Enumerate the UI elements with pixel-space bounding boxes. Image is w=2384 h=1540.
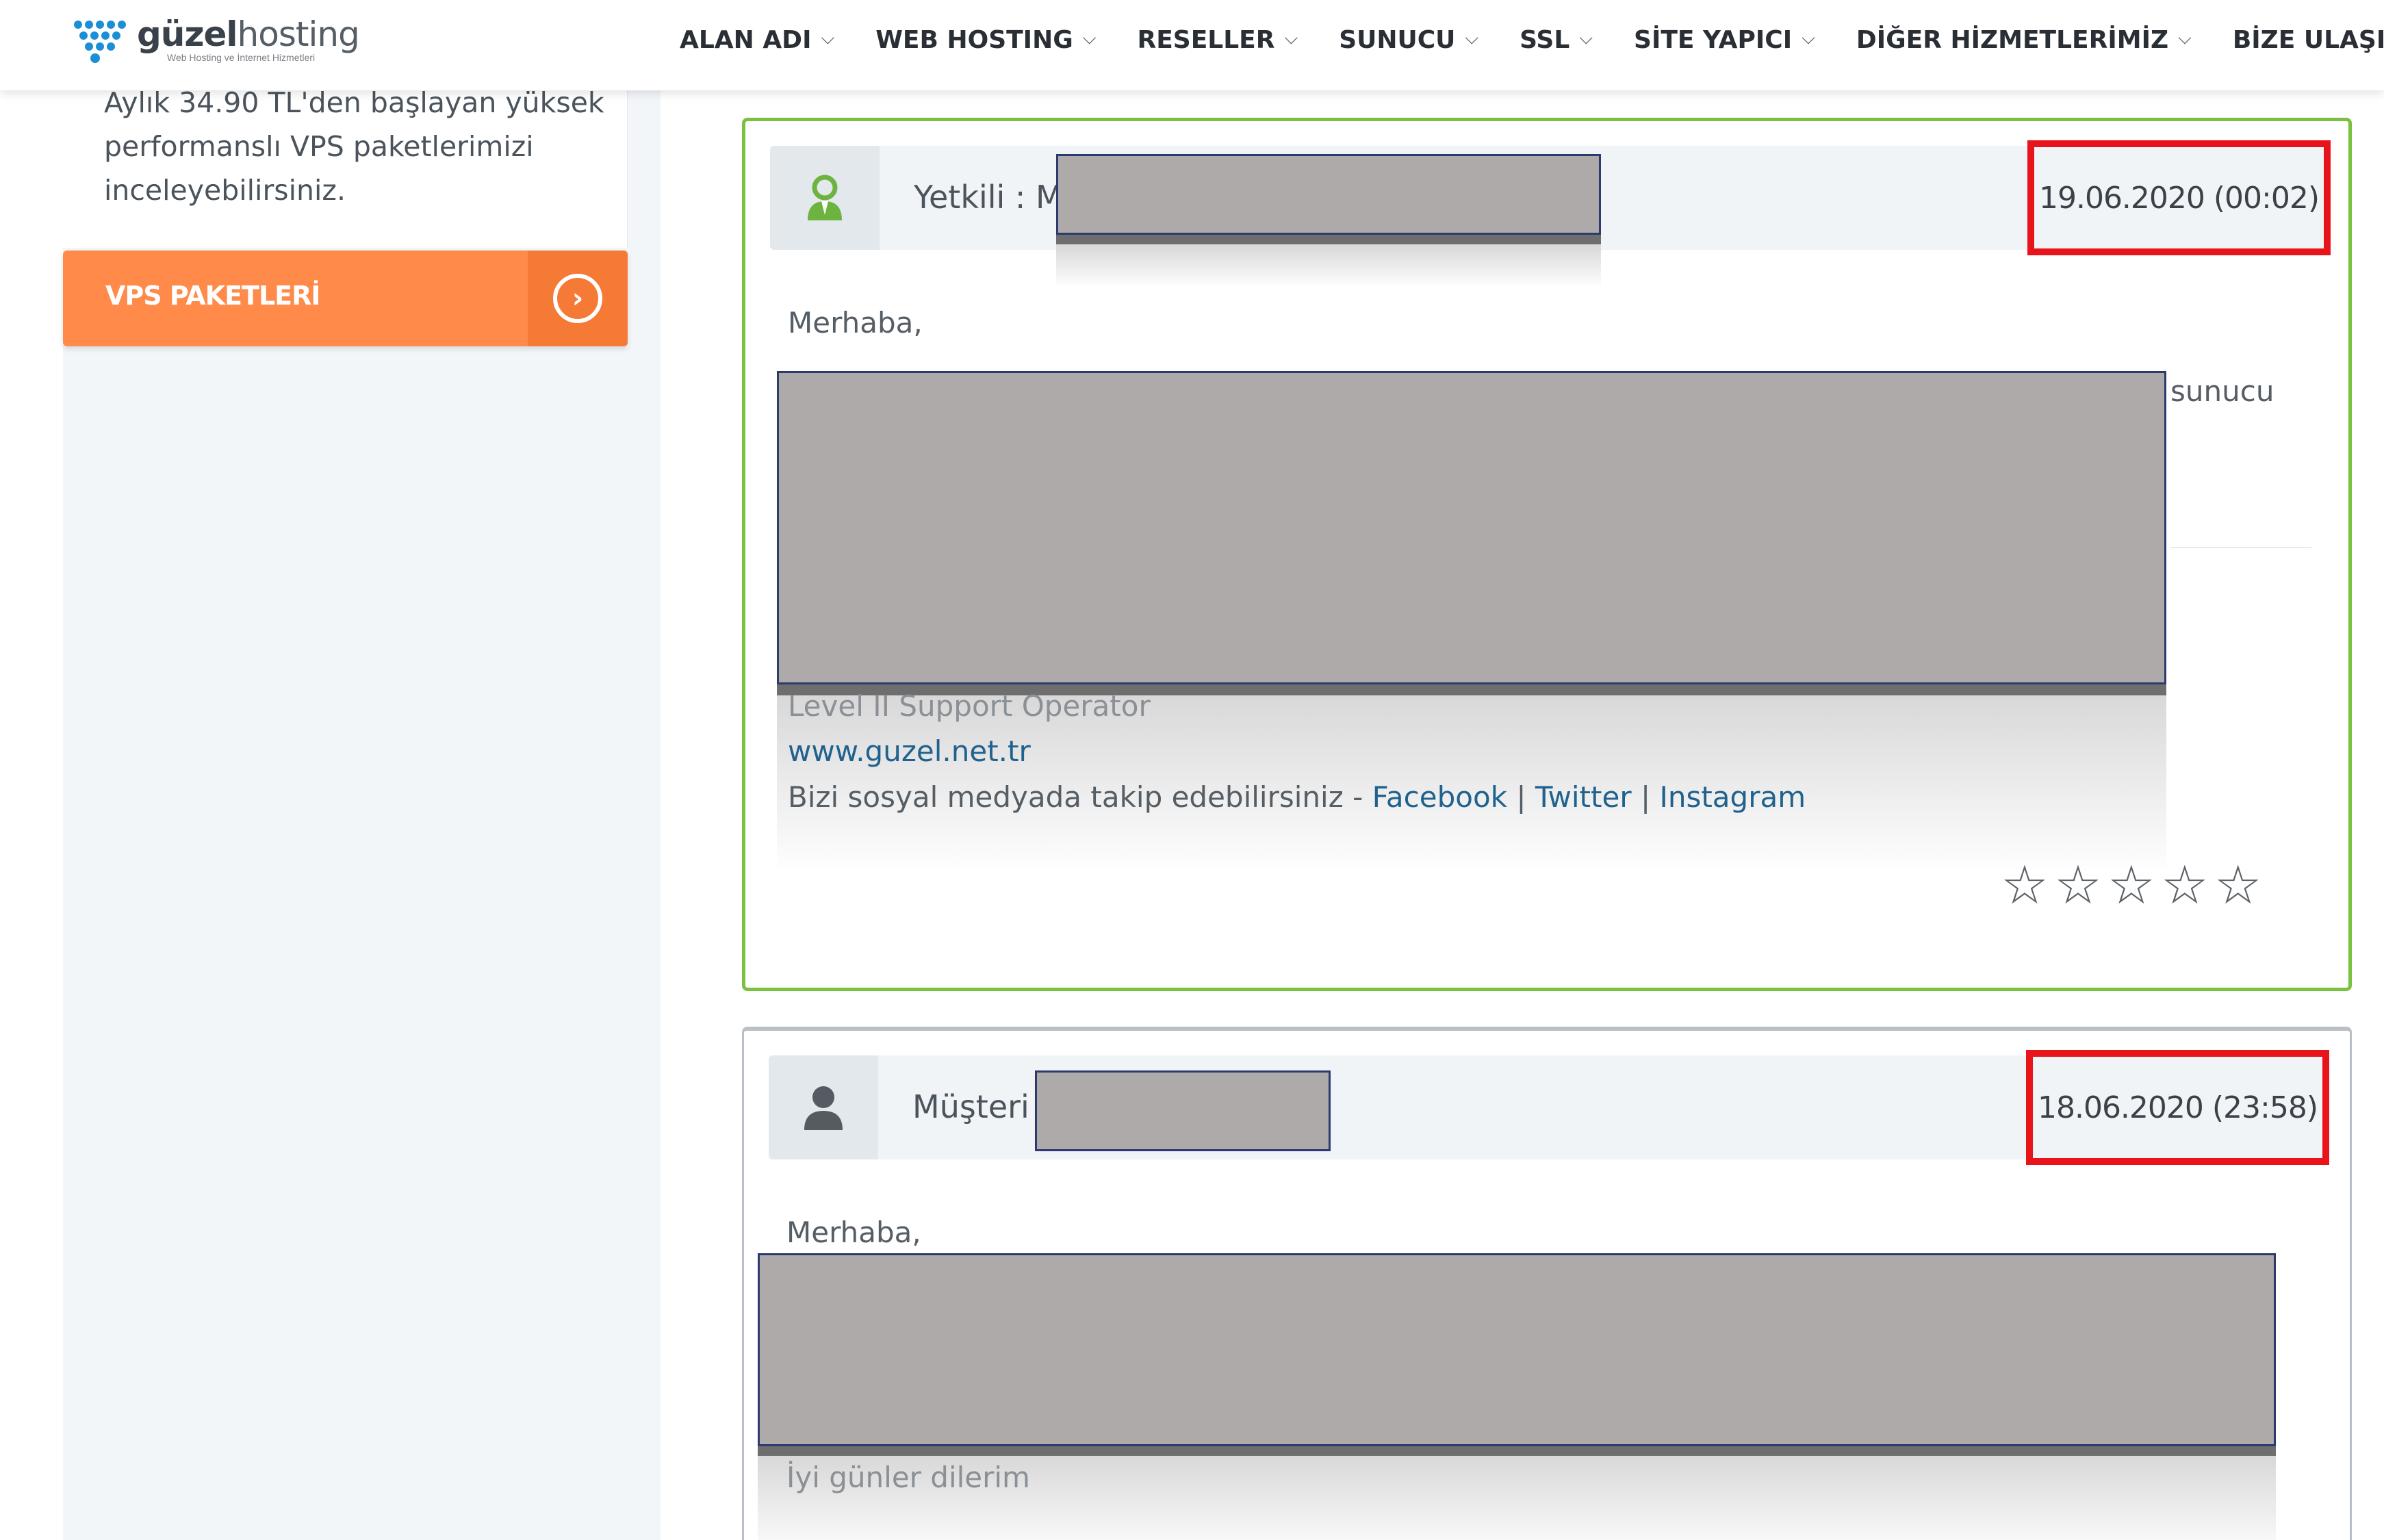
star-5-icon[interactable]: ☆ — [2214, 859, 2262, 912]
chevron-right-circle-icon: › — [553, 274, 602, 323]
star-1-icon[interactable]: ☆ — [2001, 859, 2049, 912]
message-closing: İyi günler dilerim — [786, 1461, 1030, 1494]
message-header: Müşteri 18.06.2020 (23:58) — [769, 1050, 2329, 1165]
nav-item-web-hosting[interactable]: WEB HOSTING ⌵ — [875, 26, 1096, 54]
staff-name: Yetkili : M — [914, 179, 1063, 216]
client-avatar — [769, 1055, 878, 1159]
message-greeting: Merhaba, — [786, 1216, 921, 1249]
reply-text-fragment: sunucu — [2170, 374, 2274, 408]
redacted-client-message — [758, 1253, 2276, 1446]
chevron-down-icon: ⌵ — [2178, 27, 2192, 49]
chevron-down-icon: ⌵ — [1284, 27, 1298, 49]
chevron-down-icon: ⌵ — [1579, 27, 1593, 49]
message-date: 18.06.2020 (23:58) — [2037, 1090, 2318, 1125]
site-logo[interactable]: güzelhosting Web Hosting ve İnternet Hiz… — [74, 12, 360, 67]
instagram-link[interactable]: Instagram — [1659, 780, 1806, 814]
chevron-down-icon: ⌵ — [821, 27, 835, 49]
signature-title: Level II Support Operator — [788, 689, 1151, 723]
logo-tagline: Web Hosting ve İnternet Hizmetleri — [167, 52, 316, 63]
redacted-message-body — [777, 371, 2166, 684]
social-media-line: Bizi sosyal medyada takip edebilirsiniz … — [788, 780, 1806, 814]
chevron-down-icon: ⌵ — [1465, 27, 1479, 49]
nav-item-bize-ulasin[interactable]: BİZE ULAŞIN — [2233, 26, 2384, 54]
nav-item-alan-adi[interactable]: ALAN ADI ⌵ — [680, 26, 834, 54]
rating-stars: ☆ ☆ ☆ ☆ ☆ — [1995, 859, 2262, 912]
staff-user-icon — [808, 175, 842, 220]
vps-promo-text: Aylık 34.90 TL'den başlayan yüksek perfo… — [104, 86, 604, 207]
client-user-icon — [804, 1086, 843, 1130]
chevron-down-icon: ⌵ — [1082, 27, 1097, 49]
logo-name: güzelhosting — [137, 14, 360, 54]
facebook-link[interactable]: Facebook — [1372, 780, 1507, 814]
client-name: Müşteri — [912, 1088, 1029, 1125]
nav-item-diger-hizmetlerimiz[interactable]: DİĞER HİZMETLERİMİZ ⌵ — [1856, 26, 2192, 54]
main-nav: ALAN ADI ⌵ WEB HOSTING ⌵ RESELLER ⌵ SUNUCU ⌵… — [680, 21, 2384, 59]
reply-greeting: Merhaba, — [788, 306, 923, 339]
staff-avatar — [770, 146, 880, 250]
ticket-message-client: Müşteri 18.06.2020 (23:58) Merhaba, İyi … — [742, 1027, 2352, 1540]
star-2-icon[interactable]: ☆ — [2054, 859, 2102, 912]
sidebar: Aylık 34.90 TL'den başlayan yüksek perfo… — [63, 0, 661, 1540]
nav-item-site-yapici[interactable]: SİTE YAPICI ⌵ — [1634, 26, 1815, 54]
nav-item-ssl[interactable]: SSL ⌵ — [1520, 26, 1593, 54]
redacted-client-name — [1035, 1070, 1331, 1151]
signature-website-link[interactable]: www.guzel.net.tr — [788, 734, 1031, 768]
chevron-down-icon: ⌵ — [1802, 27, 1815, 49]
logo-dots-icon — [74, 12, 133, 67]
star-4-icon[interactable]: ☆ — [2161, 859, 2209, 912]
twitter-link[interactable]: Twitter — [1535, 780, 1632, 814]
redacted-name — [1056, 154, 1601, 235]
vps-packages-button[interactable]: VPS PAKETLERİ › — [63, 251, 628, 346]
nav-item-reseller[interactable]: RESELLER ⌵ — [1137, 26, 1298, 54]
nav-item-sunucu[interactable]: SUNUCU ⌵ — [1339, 26, 1478, 54]
vps-packages-label: VPS PAKETLERİ — [105, 281, 321, 311]
star-3-icon[interactable]: ☆ — [2107, 859, 2155, 912]
message-date-highlight: 18.06.2020 (23:58) — [2026, 1050, 2329, 1165]
ticket-reply-staff: Yetkili : M 19.06.2020 (00:02) Merhaba, … — [742, 118, 2352, 991]
top-navigation-bar: güzelhosting Web Hosting ve İnternet Hiz… — [0, 0, 2384, 90]
reply-date-highlight: 19.06.2020 (00:02) — [2027, 140, 2331, 255]
reply-date: 19.06.2020 (00:02) — [2038, 180, 2320, 216]
